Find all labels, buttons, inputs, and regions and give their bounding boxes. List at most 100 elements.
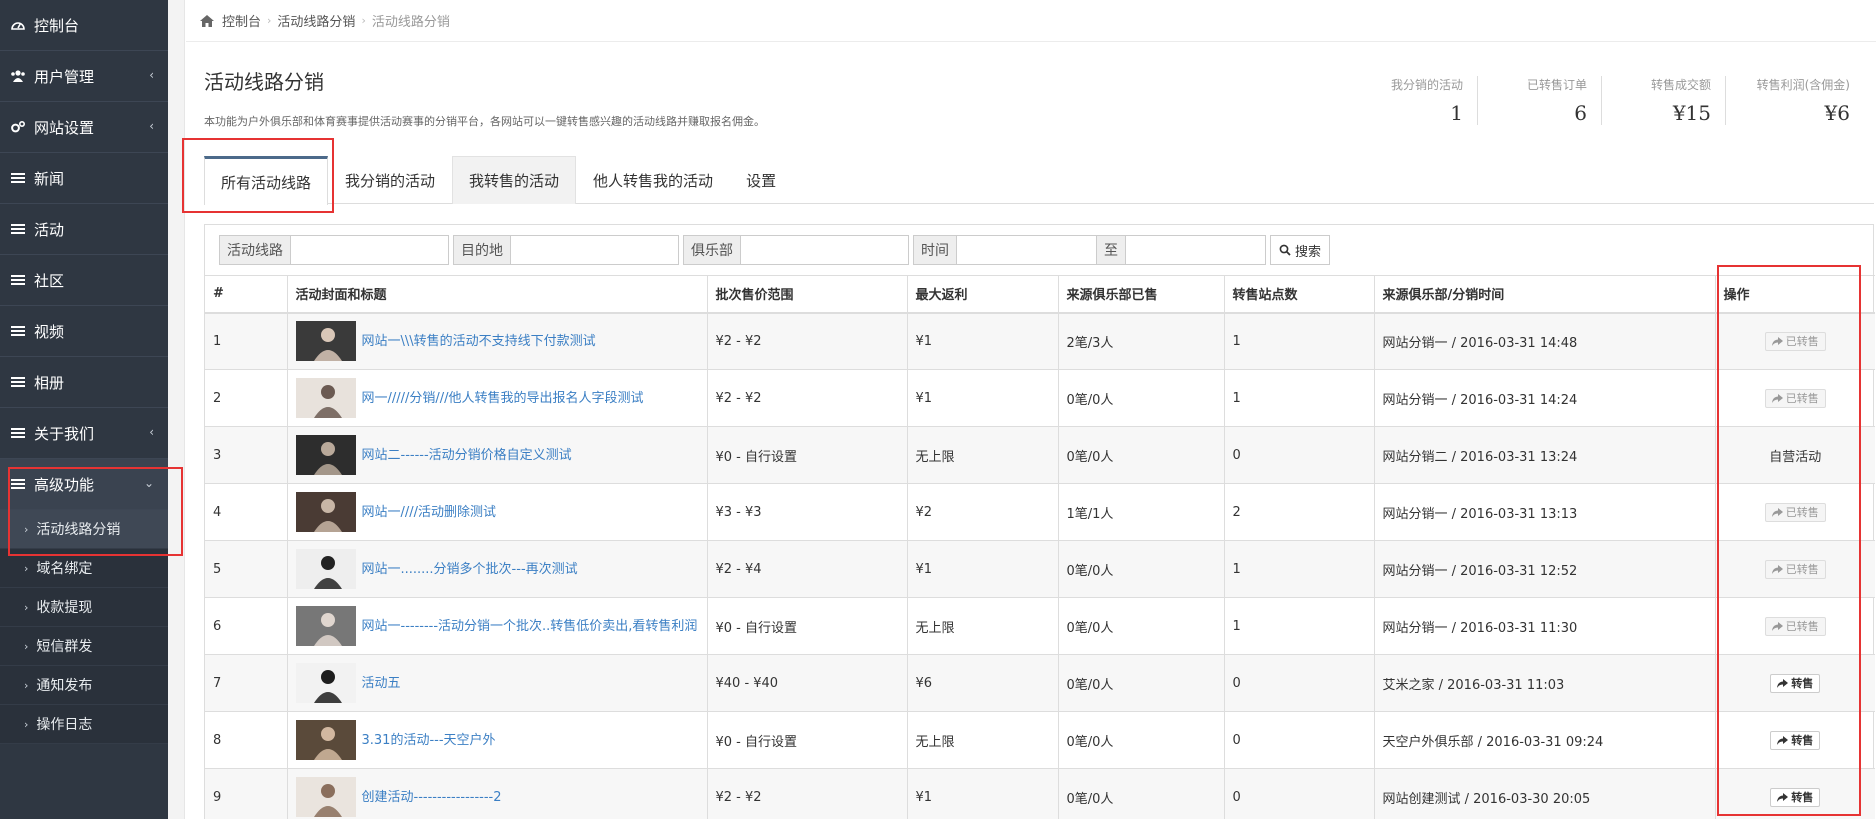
activity-cover-image[interactable]	[295, 435, 356, 475]
table-row: 4 网站一////活动删除测试 ¥3 - ¥3 ¥2 1笔/1人 2 网站分销一 / 201…	[205, 483, 1875, 541]
tab-4[interactable]: 设置	[730, 156, 792, 204]
column-header[interactable]: 操作	[1715, 275, 1875, 314]
activity-title-cell: 活动五	[287, 654, 708, 712]
main-content: 控制台 › 活动线路分销 › 活动线路分销 活动线路分销 本功能为户外俱乐部和体…	[186, 0, 1876, 819]
resell-button[interactable]: 转售	[1770, 787, 1821, 807]
sidebar-item-5[interactable]: 社区	[0, 255, 168, 306]
resell-button[interactable]: 转售	[1770, 730, 1821, 750]
time-filter-label: 时间	[913, 235, 957, 265]
resell-site-count: 2	[1224, 483, 1375, 541]
sidebar-subitem-0[interactable]: › 活动线路分销	[0, 510, 168, 549]
activity-cover-image[interactable]	[295, 606, 356, 646]
tab-0[interactable]: 所有活动线路	[204, 156, 329, 205]
row-number: 5	[205, 540, 288, 598]
price-range: ¥2 - ¥2	[707, 369, 908, 427]
stat-value: ¥6	[1824, 101, 1850, 125]
price-range: ¥2 - ¥2	[707, 768, 908, 819]
column-header[interactable]: 最大返利	[907, 275, 1059, 314]
sidebar-item-0[interactable]: 控制台	[0, 0, 168, 51]
activity-title-link[interactable]: 网站一\\\转售的活动不支持线下付款测试	[362, 333, 596, 350]
source-club-time: 网站分销一 / 2016-03-31 13:13	[1374, 483, 1716, 541]
routes-table: # 活动封面和标题 批次售价范围 最大返利 来源俱乐部已售 转售站点数 来源俱乐部/分销时间…	[205, 275, 1875, 819]
sidebar-subitem-2[interactable]: › 收款提现	[0, 588, 168, 627]
activity-cover-image[interactable]	[295, 663, 356, 703]
sidebar-item-6[interactable]: 视频	[0, 306, 168, 357]
activity-cover-image[interactable]	[295, 777, 356, 817]
sidebar-item-7[interactable]: 相册	[0, 357, 168, 408]
club-filter-input[interactable]	[741, 235, 909, 265]
resold-button-label: 已转售	[1785, 392, 1819, 405]
activity-cover-image[interactable]	[295, 321, 356, 362]
activity-title-link[interactable]: 创建活动-----------------2	[362, 789, 502, 806]
operation-cell: 转售	[1715, 711, 1875, 769]
activity-title-link[interactable]: 网站一////活动删除测试	[362, 504, 497, 521]
tab-1[interactable]: 我分销的活动	[329, 156, 451, 204]
filter-bar: 活动线路 目的地 俱乐部 时间 至 搜索	[205, 225, 1873, 275]
sidebar-subitem-5[interactable]: › 操作日志	[0, 705, 168, 744]
sidebar-item-4[interactable]: 活动	[0, 204, 168, 255]
resold-button-label: 已转售	[1785, 506, 1819, 519]
breadcrumb-home[interactable]: 控制台	[222, 11, 261, 30]
source-sold: 2笔/3人	[1058, 312, 1225, 370]
activity-title-link[interactable]: 网站二------活动分销价格自定义测试	[362, 447, 572, 464]
stat-label: 已转售订单	[1526, 78, 1587, 92]
activity-title-link[interactable]: 网站一........分销多个批次---再次测试	[362, 561, 578, 578]
route-filter-label: 活动线路	[219, 235, 291, 265]
tab-bar: 所有活动线路 我分销的活动 我转售的活动 他人转售我的活动 设置	[204, 156, 1874, 205]
column-header[interactable]: 来源俱乐部已售	[1058, 275, 1225, 314]
sidebar-item-8[interactable]: 关于我们 ‹	[0, 408, 168, 459]
operation-cell: 已转售	[1715, 483, 1875, 541]
list-icon	[10, 323, 26, 339]
share-icon	[1777, 792, 1789, 802]
sidebar-item-label: 控制台	[34, 16, 80, 35]
sidebar-item-label: 新闻	[34, 169, 65, 188]
destination-filter-input[interactable]	[511, 235, 679, 265]
club-filter-label: 俱乐部	[683, 235, 741, 265]
activity-cover-image[interactable]	[295, 720, 356, 760]
gears-icon	[10, 119, 26, 135]
activity-title-link[interactable]: 活动五	[362, 675, 401, 692]
operation-cell: 自营活动	[1715, 426, 1875, 484]
source-sold: 0笔/0人	[1058, 426, 1225, 484]
sidebar-item-9[interactable]: 高级功能 ⌄	[0, 459, 168, 510]
breadcrumb-parent[interactable]: 活动线路分销	[277, 11, 355, 30]
tab-3[interactable]: 他人转售我的活动	[577, 156, 729, 204]
chevron-icon: ‹	[149, 68, 154, 82]
source-sold: 0笔/0人	[1058, 540, 1225, 598]
sidebar-item-2[interactable]: 网站设置 ‹	[0, 102, 168, 153]
sidebar-subitem-1[interactable]: › 域名绑定	[0, 549, 168, 588]
activity-cover-image[interactable]	[295, 492, 356, 532]
table-row: 7 活动五 ¥40 - ¥40 ¥6 0笔/0人 0 艾米之家 / 2016-03-31 1…	[205, 654, 1875, 712]
activity-cover-image[interactable]	[295, 378, 356, 418]
stat-0: 我分销的活动 1	[1354, 76, 1478, 125]
time-end-input[interactable]	[1126, 235, 1266, 265]
sidebar-subitem-label: 域名绑定	[36, 561, 93, 577]
column-header[interactable]: #	[205, 275, 288, 314]
max-rebate: 无上限	[907, 597, 1059, 655]
price-range: ¥40 - ¥40	[707, 654, 908, 712]
activity-title-link[interactable]: 网站一--------活动分销一个批次..转售低价卖出,看转售利润	[362, 618, 698, 635]
activity-title-link[interactable]: 3.31的活动---天空户外	[362, 732, 496, 749]
price-range: ¥2 - ¥2	[707, 312, 908, 370]
sidebar-item-1[interactable]: 用户管理 ‹	[0, 51, 168, 102]
sidebar-item-label: 用户管理	[34, 67, 95, 86]
tab-2[interactable]: 我转售的活动	[452, 156, 577, 204]
row-number: 4	[205, 483, 288, 541]
column-header[interactable]: 批次售价范围	[707, 275, 908, 314]
share-icon	[1777, 678, 1789, 688]
column-header[interactable]: 转售站点数	[1224, 275, 1375, 314]
time-start-input[interactable]	[957, 235, 1097, 265]
activity-cover-image[interactable]	[295, 549, 356, 589]
sidebar-subitem-3[interactable]: › 短信群发	[0, 627, 168, 666]
chevron-right-icon: ›	[24, 561, 29, 575]
table-row: 5 网站一........分销多个批次---再次测试 ¥2 - ¥4 ¥1 0笔/0人 1…	[205, 540, 1875, 598]
search-button[interactable]: 搜索	[1270, 235, 1331, 265]
column-header[interactable]: 来源俱乐部/分销时间	[1374, 275, 1716, 314]
sidebar-subitem-4[interactable]: › 通知发布	[0, 666, 168, 705]
source-club-time: 网站分销一 / 2016-03-31 14:24	[1374, 369, 1716, 427]
sidebar-item-3[interactable]: 新闻	[0, 153, 168, 204]
activity-title-link[interactable]: 网一/////分销///他人转售我的导出报名人字段测试	[362, 390, 644, 407]
resell-button[interactable]: 转售	[1770, 673, 1821, 693]
column-header[interactable]: 活动封面和标题	[287, 275, 708, 314]
route-filter-input[interactable]	[291, 235, 449, 265]
